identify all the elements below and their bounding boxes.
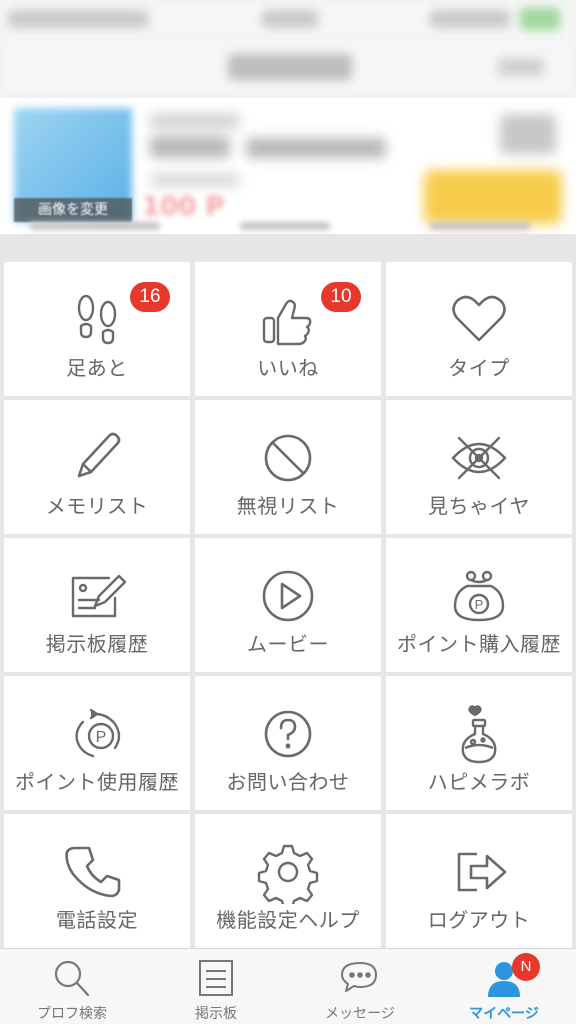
- tab-label: 掲示板: [195, 1006, 237, 1022]
- footprints-icon: [65, 288, 129, 352]
- thumbs-up-icon: [256, 288, 320, 352]
- menu-logout[interactable]: ログアウト: [386, 814, 572, 948]
- new-notification-badge: N: [512, 953, 540, 981]
- menu-label: メモリスト: [45, 494, 149, 518]
- tab-profile-search[interactable]: プロフ検索: [0, 949, 144, 1024]
- likes-count-badge: 10: [321, 282, 361, 312]
- chat-bubble-icon: [338, 957, 382, 1001]
- eye-crossed-icon: [447, 426, 511, 490]
- svg-text:P: P: [475, 597, 484, 612]
- tab-label: マイページ: [469, 1006, 539, 1022]
- menu-contact[interactable]: お問い合わせ: [195, 676, 381, 810]
- menu-label: ログアウト: [427, 908, 531, 932]
- menu-label: ポイント購入履歴: [397, 632, 561, 656]
- svg-text:P: P: [96, 729, 107, 746]
- menu-label: 見ちゃイヤ: [428, 494, 530, 518]
- coin-purse-icon: P: [447, 564, 511, 628]
- logout-icon: [447, 840, 511, 904]
- mypage-menu-grid: 16 足あと 10 いいね タイプ メモリスト 無視リスト 見ちゃイヤ 掲示板履…: [0, 234, 576, 948]
- menu-ignore-list[interactable]: 無視リスト: [195, 400, 381, 534]
- search-icon: [50, 957, 94, 1001]
- point-cycle-icon: P: [65, 702, 129, 766]
- menu-point-usage-history[interactable]: P ポイント使用履歴: [4, 676, 190, 810]
- menu-phone-settings[interactable]: 電話設定: [4, 814, 190, 948]
- tab-board[interactable]: 掲示板: [144, 949, 288, 1024]
- gear-icon: [256, 840, 320, 904]
- tab-my-page[interactable]: N マイページ: [432, 949, 576, 1024]
- menu-label: タイプ: [448, 356, 510, 380]
- bottom-tab-bar: プロフ検索 掲示板 メッセージ N マイページ: [0, 948, 576, 1024]
- menu-label: お問い合わせ: [226, 770, 350, 794]
- menu-label: ムービー: [247, 632, 329, 656]
- login-bonus-button[interactable]: [424, 170, 562, 224]
- menu-board-history[interactable]: 掲示板履歴: [4, 538, 190, 672]
- menu-function-settings-help[interactable]: 機能設定ヘルプ: [195, 814, 381, 948]
- play-icon: [256, 564, 320, 628]
- board-edit-icon: [65, 564, 129, 628]
- phone-icon: [65, 840, 129, 904]
- partial-row-blurred: [0, 218, 576, 234]
- menu-label: 無視リスト: [236, 494, 340, 518]
- tab-label: プロフ検索: [37, 1006, 107, 1022]
- menu-happy-lab[interactable]: ハピメラボ: [386, 676, 572, 810]
- board-icon: [194, 957, 238, 1001]
- flask-icon: [447, 702, 511, 766]
- menu-type[interactable]: タイプ: [386, 262, 572, 396]
- heart-icon: [447, 288, 511, 352]
- nav-bar: [0, 40, 576, 98]
- menu-hide-from[interactable]: 見ちゃイヤ: [386, 400, 572, 534]
- status-bar: [0, 0, 576, 40]
- profile-summary: 画像を変更 100 P: [0, 98, 576, 234]
- prohibited-icon: [256, 426, 320, 490]
- question-icon: [256, 702, 320, 766]
- menu-point-purchase-history[interactable]: P ポイント購入履歴: [386, 538, 572, 672]
- menu-label: 機能設定ヘルプ: [216, 908, 360, 932]
- menu-label: 足あと: [66, 356, 128, 380]
- tab-messages[interactable]: メッセージ: [288, 949, 432, 1024]
- menu-label: 掲示板履歴: [45, 632, 149, 656]
- menu-label: いいね: [257, 356, 319, 380]
- header-area: 画像を変更 100 P: [0, 0, 576, 234]
- menu-likes[interactable]: 10 いいね: [195, 262, 381, 396]
- menu-label: ハピメラボ: [427, 770, 531, 794]
- menu-label: ポイント使用履歴: [15, 770, 179, 794]
- menu-footprints[interactable]: 16 足あと: [4, 262, 190, 396]
- pencil-icon: [65, 426, 129, 490]
- footprints-count-badge: 16: [130, 282, 170, 312]
- tab-label: メッセージ: [325, 1006, 395, 1022]
- menu-movie[interactable]: ムービー: [195, 538, 381, 672]
- menu-memo-list[interactable]: メモリスト: [4, 400, 190, 534]
- menu-label: 電話設定: [56, 908, 138, 932]
